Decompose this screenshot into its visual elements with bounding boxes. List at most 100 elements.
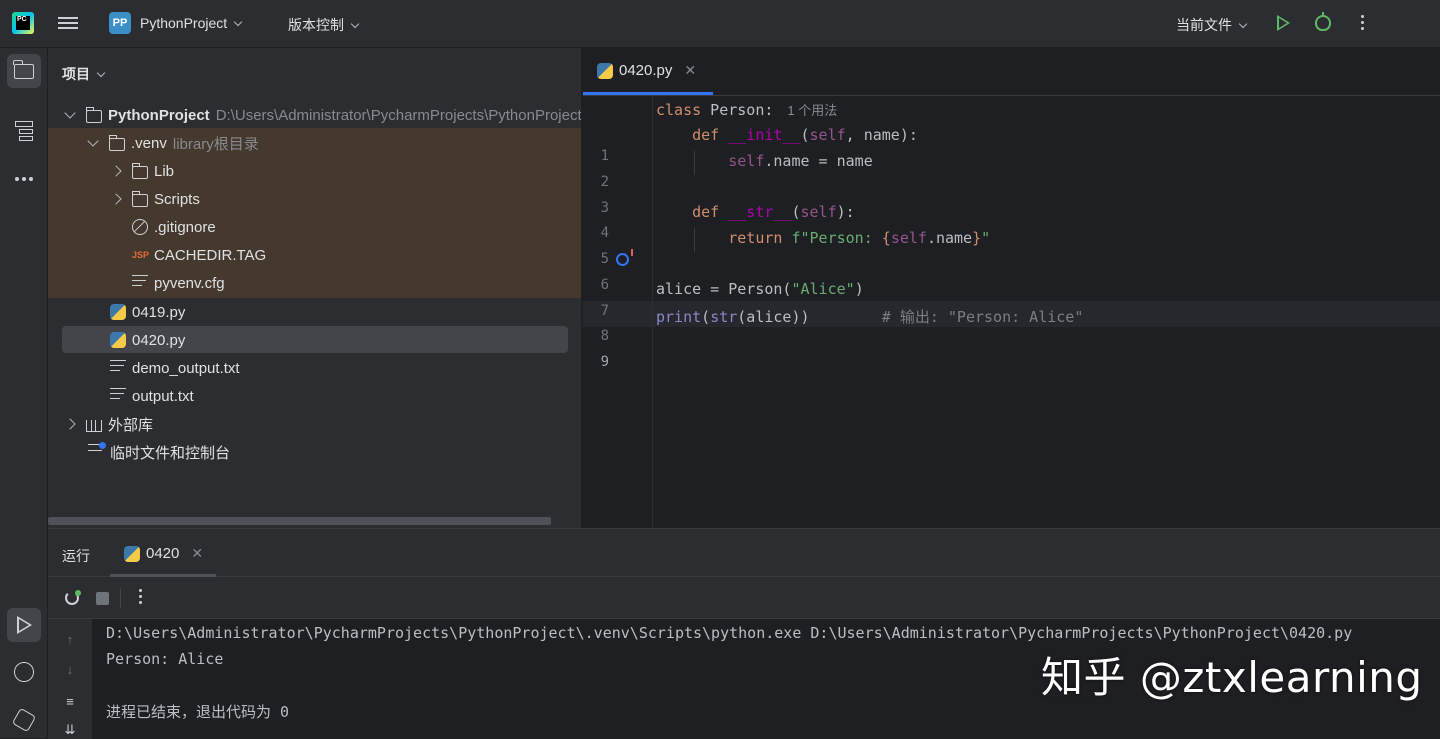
tree-item-label: 0420.py	[132, 331, 186, 349]
python-file-icon	[110, 332, 126, 348]
run-panel-title: 运行	[62, 548, 90, 564]
rerun-icon	[65, 590, 81, 605]
run-more-button[interactable]	[130, 587, 152, 609]
folder-icon	[13, 59, 34, 79]
code-line-8[interactable]: alice = Person("Alice")	[656, 280, 864, 298]
chevron-down-icon	[233, 17, 243, 27]
folder-icon	[86, 106, 102, 123]
tree-item-label: 临时文件和控制台	[110, 444, 231, 462]
close-icon[interactable]: ✕	[191, 545, 203, 562]
tree-item-label: demo_output.txt	[132, 359, 240, 377]
project-tool-button[interactable]	[7, 54, 41, 88]
tree-item-output[interactable]: output.txt	[110, 382, 194, 410]
more-dots-icon	[15, 177, 33, 181]
code-line-9[interactable]: print(str(alice)) # 输出: "Person: Alice"	[656, 306, 1083, 327]
code-editor: 0420.py ✕ 1 2 3 4 5 6 7 8 9 class Person…	[583, 48, 1440, 528]
tree-item-0419[interactable]: 0419.py	[110, 298, 185, 326]
project-panel-header[interactable]: 项目	[62, 64, 106, 84]
tree-item-cachedir[interactable]: JSP CACHEDIR.TAG	[132, 241, 266, 269]
console-exit-line: 进程已结束，退出代码为 0	[106, 703, 290, 721]
title-bar: PC PP PythonProject 版本控制 当前文件	[0, 0, 1440, 48]
main-menu-icon[interactable]	[58, 14, 78, 32]
chevron-down-icon	[1238, 19, 1248, 29]
tree-item-lib[interactable]: Lib	[110, 157, 175, 185]
line-number: 6	[600, 277, 609, 293]
python-file-icon	[597, 62, 613, 79]
python-console-button[interactable]	[7, 655, 41, 689]
tree-item-path: D:\Users\Administrator\PycharmProjects\P…	[215, 106, 582, 124]
tool-window-strip	[0, 48, 48, 738]
more-tools-button[interactable]	[7, 162, 41, 196]
chevron-down-icon	[96, 68, 106, 78]
close-icon[interactable]: ✕	[684, 62, 696, 79]
structure-tool-button[interactable]	[7, 114, 41, 148]
scroll-down-icon[interactable]: ↓	[63, 663, 77, 677]
tree-item-root[interactable]: PythonProject D:\Users\Administrator\Pyc…	[64, 101, 582, 129]
code-line-3[interactable]: self.name = name	[656, 152, 873, 170]
run-tab-label: 0420	[146, 545, 180, 562]
run-config-selector[interactable]: 当前文件	[1176, 15, 1248, 35]
more-options-icon	[139, 589, 143, 607]
line-number: 2	[600, 174, 609, 190]
line-number-gutter: 1 2 3 4 5 6 7 8 9	[583, 96, 653, 528]
tree-item-label: pyvenv.cfg	[154, 274, 225, 292]
active-tab-indicator	[583, 92, 713, 95]
run-config-label: 当前文件	[1176, 17, 1232, 33]
chevron-right-icon	[64, 418, 76, 430]
project-panel-title: 项目	[62, 66, 90, 82]
tree-item-demo-output[interactable]: demo_output.txt	[110, 354, 240, 382]
horizontal-scrollbar[interactable]	[48, 517, 551, 525]
code-line-5[interactable]: def __str__(self):	[656, 203, 855, 221]
chevron-down-icon	[87, 135, 99, 147]
editor-tab-0420[interactable]: 0420.py ✕	[597, 62, 696, 79]
scroll-to-end-icon[interactable]: ⇊	[63, 723, 77, 737]
line-number: 8	[600, 328, 609, 344]
line-number: 4	[600, 225, 609, 241]
run-tab-0420[interactable]: 0420 ✕	[124, 545, 203, 562]
usage-hint: 1 个用法	[787, 103, 838, 118]
python-packages-button[interactable]	[7, 703, 41, 737]
tree-item-scripts[interactable]: Scripts	[110, 185, 200, 213]
tree-item-label: Lib	[154, 162, 175, 180]
line-number: 9	[600, 354, 609, 370]
tree-item-external-libs[interactable]: 外部库	[64, 410, 153, 438]
soft-wrap-icon[interactable]: ≡	[63, 695, 77, 709]
run-tool-button[interactable]	[7, 608, 41, 642]
project-panel: 项目 PythonProject D:\Users\Administrator\…	[48, 48, 582, 528]
tree-item-label: 0419.py	[132, 303, 186, 321]
more-options-icon[interactable]	[1361, 15, 1365, 33]
tree-item-label: CACHEDIR.TAG	[154, 246, 267, 264]
tree-item-venv[interactable]: .venv library根目录	[87, 129, 259, 157]
code-line-6[interactable]: return f"Person: {self.name}"	[656, 229, 990, 247]
structure-icon	[15, 121, 33, 141]
project-badge: PP	[109, 12, 131, 34]
project-selector[interactable]: PythonProject	[140, 15, 243, 31]
editor-tab-label: 0420.py	[619, 62, 673, 79]
vcs-menu[interactable]: 版本控制	[288, 15, 360, 35]
scroll-up-icon[interactable]: ↑	[63, 633, 77, 647]
ignored-file-icon	[132, 219, 148, 235]
toolbar-divider	[120, 588, 121, 608]
run-icon[interactable]	[1277, 15, 1290, 31]
tree-item-label: Scripts	[154, 190, 200, 208]
rerun-button[interactable]	[61, 587, 83, 609]
tree-item-scratches[interactable]: 临时文件和控制台	[88, 438, 230, 466]
code-line-1[interactable]: class Person: 1 个用法	[656, 100, 837, 119]
stop-icon	[95, 591, 109, 605]
tree-item-0420[interactable]: 0420.py	[110, 326, 185, 354]
chevron-right-icon	[110, 165, 122, 177]
code-line-2[interactable]: def __init__(self, name):	[656, 126, 918, 144]
vcs-menu-label: 版本控制	[288, 17, 344, 33]
play-icon	[16, 616, 32, 634]
tree-item-gitignore[interactable]: .gitignore	[132, 213, 216, 241]
override-marker-icon[interactable]	[616, 249, 633, 266]
tree-item-pyvenv[interactable]: pyvenv.cfg	[132, 269, 225, 297]
pycharm-logo-icon: PC	[12, 12, 34, 34]
tree-item-label: output.txt	[132, 387, 194, 405]
chevron-down-icon	[64, 107, 76, 119]
console-command-line: D:\Users\Administrator\PycharmProjects\P…	[106, 624, 1353, 642]
debug-icon[interactable]	[1315, 12, 1331, 31]
folder-icon	[109, 134, 125, 151]
project-name: PythonProject	[140, 15, 228, 31]
stop-button[interactable]	[91, 587, 113, 609]
